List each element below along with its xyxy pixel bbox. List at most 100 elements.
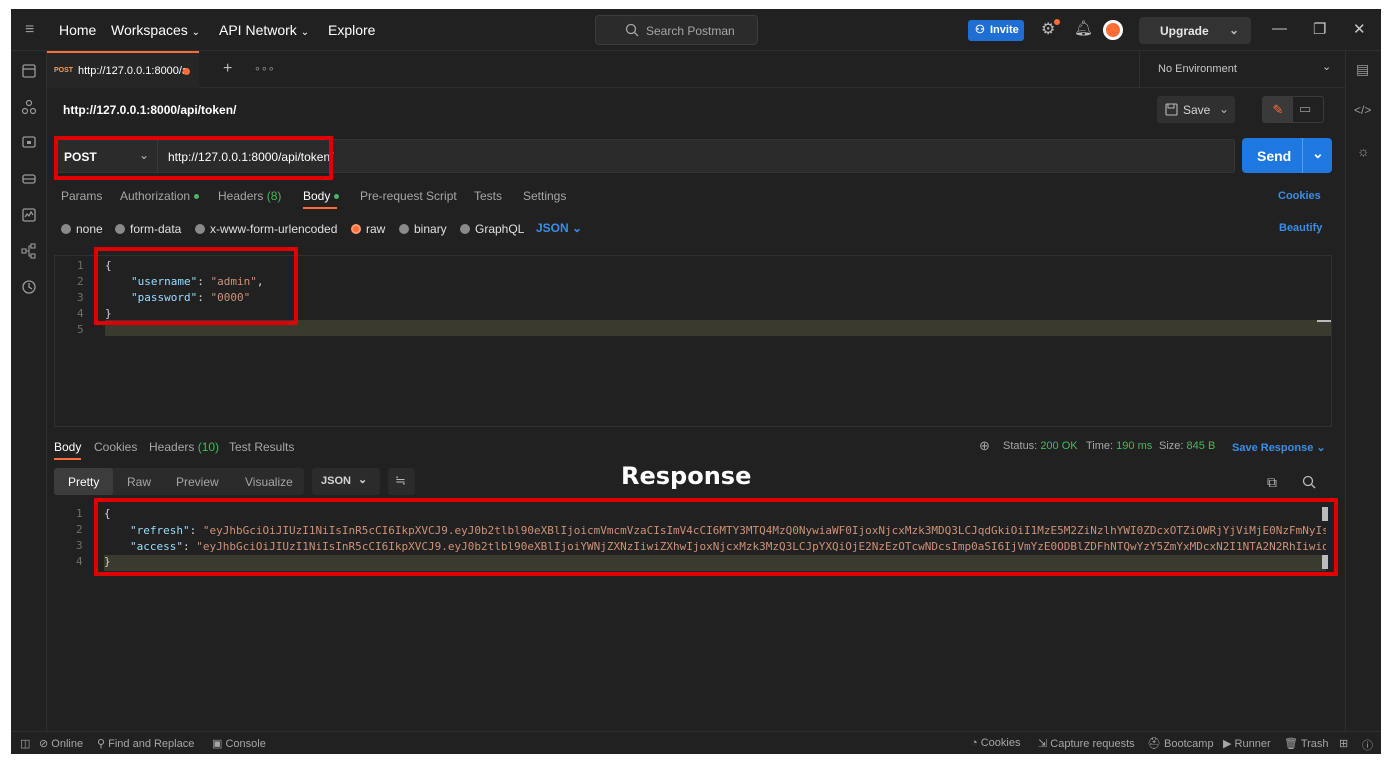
- nav-workspaces-label: Workspaces: [111, 22, 188, 38]
- hamburger-menu-icon[interactable]: ≡: [25, 21, 34, 39]
- search-icon: ⚲: [97, 738, 106, 750]
- flows-icon[interactable]: [21, 243, 37, 259]
- environments-icon[interactable]: [21, 135, 37, 151]
- console-button[interactable]: ▣ Console: [212, 737, 266, 750]
- line-number: 4: [76, 555, 83, 568]
- chevron-down-icon: ⌄: [358, 474, 368, 486]
- left-sidebar: [11, 51, 47, 731]
- close-icon[interactable]: ✕: [1353, 20, 1366, 38]
- trash-button[interactable]: 🗑︎ Trash: [1284, 737, 1329, 750]
- nav-workspaces[interactable]: Workspaces ⌄: [111, 22, 200, 38]
- new-tab-plus-icon[interactable]: +: [223, 60, 232, 78]
- edit-toggle-group: ✎ ▭: [1262, 96, 1324, 123]
- request-tabs-bar: POST http://127.0.0.1:8000/a + ∘∘∘ No En…: [47, 51, 1345, 88]
- chevron-down-icon[interactable]: ⌄: [1219, 102, 1229, 116]
- view-tab-preview[interactable]: Preview: [176, 475, 219, 489]
- request-tab-active[interactable]: POST http://127.0.0.1:8000/a: [47, 51, 199, 88]
- cookies-link[interactable]: Cookies: [1278, 190, 1321, 202]
- chevron-down-icon[interactable]: ⌄: [1229, 23, 1239, 37]
- history-icon[interactable]: [21, 279, 37, 295]
- upgrade-label: Upgrade: [1160, 24, 1209, 38]
- view-tab-pretty[interactable]: Pretty: [54, 468, 114, 495]
- save-response-label: Save Response: [1232, 442, 1314, 454]
- tab-authorization[interactable]: Authorization: [120, 189, 200, 203]
- wrap-lines-button[interactable]: ≒: [388, 468, 415, 495]
- line-number: 2: [77, 275, 84, 288]
- bell-icon[interactable]: 🔔︎: [1074, 19, 1093, 37]
- pencil-icon[interactable]: ✎: [1263, 97, 1293, 122]
- chevron-down-icon: ⌄: [1322, 61, 1332, 73]
- minimize-icon[interactable]: —: [1272, 20, 1287, 37]
- online-status[interactable]: ⊘ Online: [39, 737, 83, 750]
- response-tab-body[interactable]: Body: [54, 440, 81, 454]
- find-replace-button[interactable]: ⚲ Find and Replace: [97, 737, 194, 750]
- line-number: 5: [77, 323, 84, 336]
- code-icon[interactable]: </>: [1354, 103, 1371, 117]
- line-number: 3: [77, 291, 84, 304]
- chevron-down-icon[interactable]: ⌄: [1312, 145, 1324, 162]
- notification-dot: [1054, 19, 1060, 25]
- top-navigation-bar: ≡ Home Workspaces ⌄ API Network ⌄ Explor…: [11, 9, 1381, 51]
- cookies-button[interactable]: ◔ Cookies: [971, 737, 1020, 749]
- documentation-icon[interactable]: ▤: [1356, 61, 1369, 78]
- headers-count: (8): [266, 189, 282, 203]
- monitors-icon[interactable]: [21, 207, 37, 223]
- radio-icon: [61, 224, 71, 234]
- avatar[interactable]: [1103, 20, 1123, 40]
- find-replace-label: Find and Replace: [108, 738, 195, 750]
- runner-button[interactable]: ▶ Runner: [1223, 737, 1271, 750]
- bootcamp-icon: ⛑: [1147, 738, 1161, 750]
- beautify-link[interactable]: Beautify: [1279, 222, 1322, 234]
- collections-icon[interactable]: [21, 63, 37, 79]
- response-tab-headers[interactable]: Headers (10): [149, 440, 219, 454]
- body-format-select[interactable]: JSON ⌄: [536, 221, 582, 235]
- tab-params[interactable]: Params: [61, 189, 102, 203]
- body-type-none[interactable]: none: [61, 222, 103, 236]
- search-icon[interactable]: [1302, 475, 1316, 489]
- body-type-binary[interactable]: binary: [399, 222, 447, 236]
- mock-servers-icon[interactable]: [21, 171, 37, 187]
- body-type-label: raw: [366, 222, 386, 236]
- tab-headers[interactable]: Headers (8): [218, 189, 281, 203]
- more-tabs-icon[interactable]: ∘∘∘: [254, 62, 275, 75]
- body-type-raw[interactable]: raw: [351, 222, 385, 236]
- tab-settings[interactable]: Settings: [523, 189, 566, 203]
- body-type-urlencoded[interactable]: x-www-form-urlencoded: [195, 222, 337, 236]
- search-input[interactable]: Search Postman: [595, 15, 758, 45]
- view-tab-raw[interactable]: Raw: [127, 475, 151, 489]
- copy-icon[interactable]: ⧉: [1267, 474, 1277, 491]
- nav-home[interactable]: Home: [59, 22, 96, 38]
- save-button[interactable]: Save ⌄: [1157, 96, 1235, 123]
- restore-icon[interactable]: ❐: [1313, 20, 1326, 38]
- body-type-graphql[interactable]: GraphQL: [460, 222, 524, 236]
- capture-requests-button[interactable]: ⇲ Capture requests: [1038, 737, 1135, 750]
- response-format-select[interactable]: JSON ⌄: [312, 468, 380, 495]
- layout-toggle-icon[interactable]: ⊞: [1339, 737, 1348, 750]
- nav-explore[interactable]: Explore: [328, 22, 375, 38]
- request-title[interactable]: http://127.0.0.1:8000/api/token/: [63, 103, 236, 117]
- apis-icon[interactable]: [21, 99, 37, 115]
- response-tab-test-results[interactable]: Test Results: [229, 440, 294, 454]
- body-type-form-data[interactable]: form-data: [115, 222, 181, 236]
- runner-icon: ▶: [1223, 738, 1232, 750]
- comment-icon[interactable]: ▭: [1299, 101, 1311, 117]
- upgrade-button[interactable]: Upgrade ⌄: [1139, 17, 1251, 44]
- unsaved-dot: [183, 68, 190, 75]
- lightbulb-icon[interactable]: ☼: [1357, 143, 1370, 159]
- tab-body[interactable]: Body: [303, 189, 340, 203]
- sidebar-toggle-icon[interactable]: ◫: [20, 737, 30, 750]
- search-icon: [625, 23, 639, 37]
- invite-button[interactable]: ⚇ Invite: [968, 20, 1024, 41]
- view-tab-visualize[interactable]: Visualize: [245, 475, 293, 489]
- editor-scrollbar[interactable]: [1317, 320, 1331, 322]
- environment-select[interactable]: No Environment ⌄: [1139, 51, 1345, 88]
- response-tab-cookies[interactable]: Cookies: [94, 440, 137, 454]
- send-label: Send: [1257, 148, 1292, 164]
- send-button[interactable]: Send ⌄: [1242, 138, 1332, 173]
- tab-tests[interactable]: Tests: [474, 189, 502, 203]
- tab-pre-request-script[interactable]: Pre-request Script: [360, 189, 457, 203]
- help-icon[interactable]: ⓘ: [1362, 737, 1373, 753]
- save-response-button[interactable]: Save Response ⌄: [1232, 441, 1326, 454]
- bootcamp-button[interactable]: ⛑ Bootcamp: [1147, 737, 1214, 750]
- nav-api-network[interactable]: API Network ⌄: [219, 22, 309, 38]
